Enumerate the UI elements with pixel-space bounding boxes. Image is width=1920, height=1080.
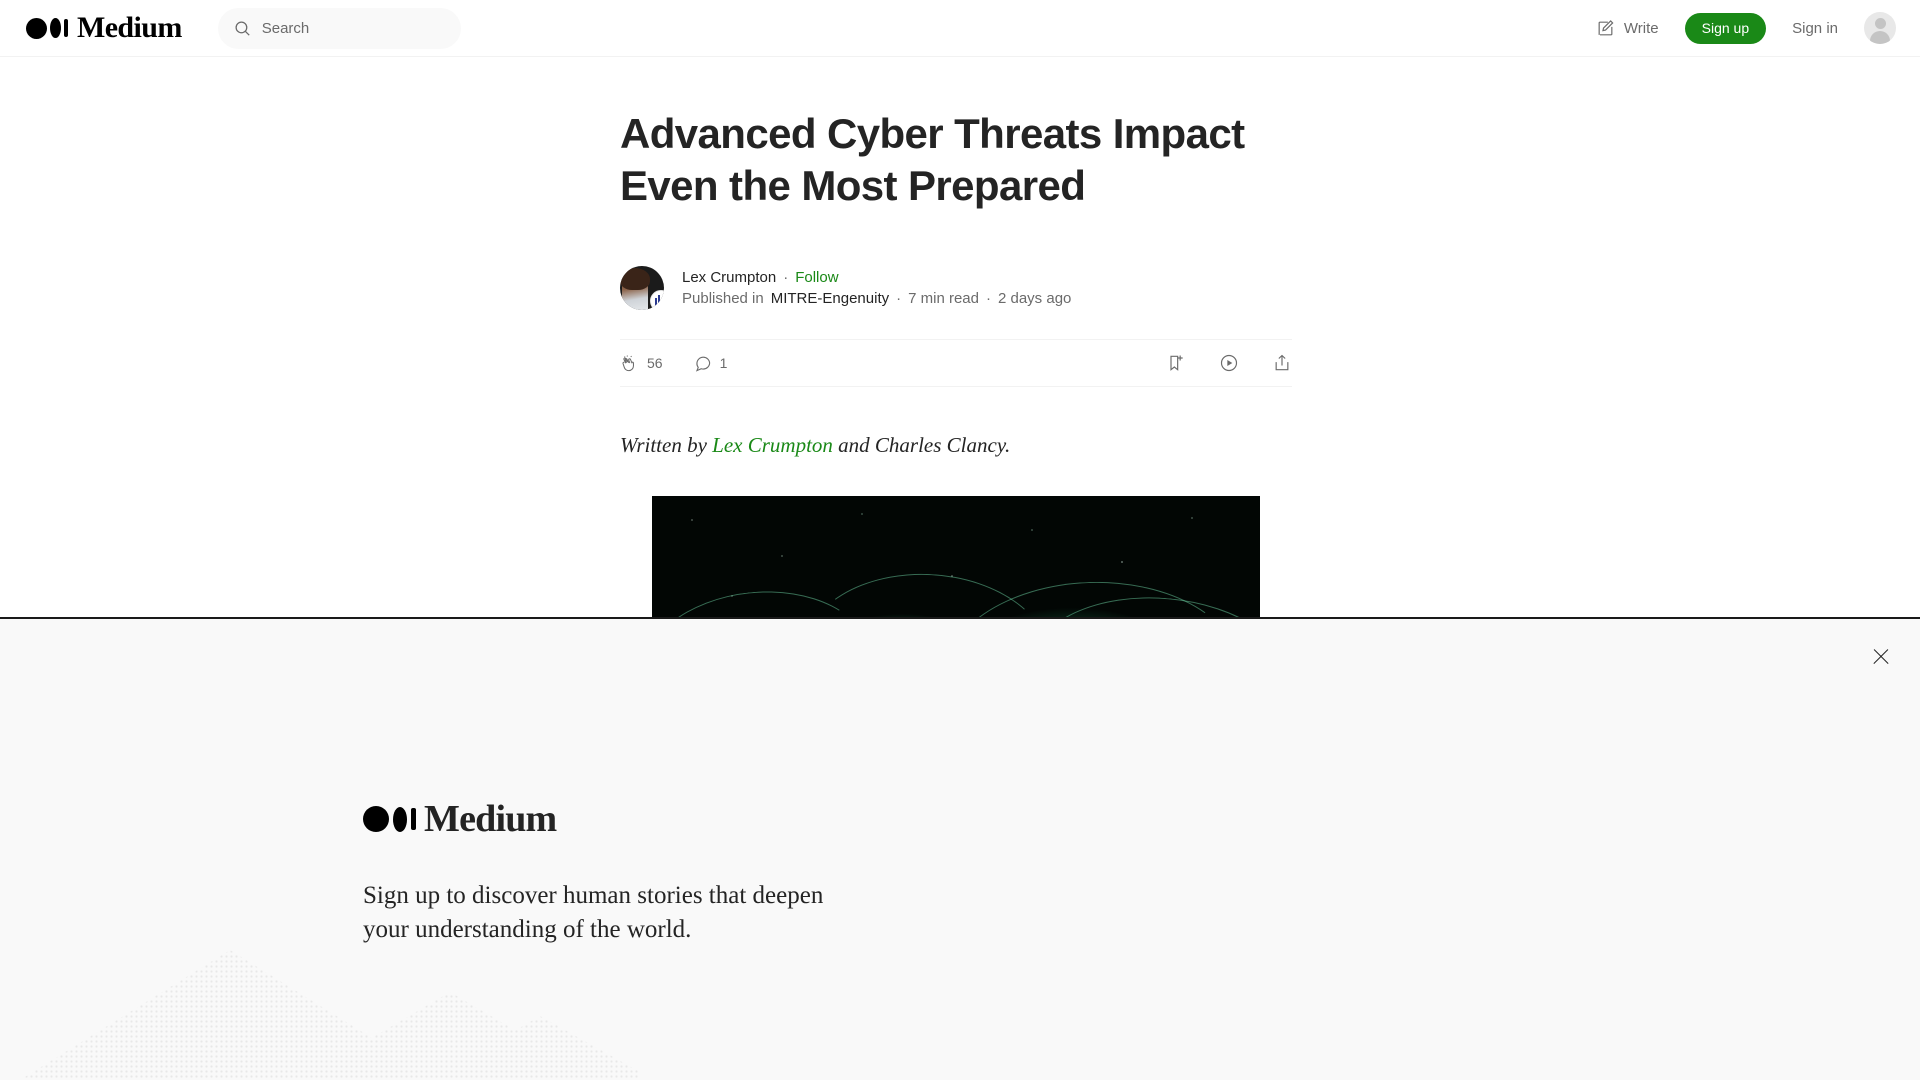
article-container: Advanced Cyber Threats Impact Even the M…	[620, 57, 1292, 636]
article-intro: Written by Lex Crumpton and Charles Clan…	[620, 433, 1292, 458]
follow-button[interactable]: Follow	[795, 269, 838, 286]
search-box[interactable]	[217, 7, 461, 49]
bookmark-plus-icon	[1170, 355, 1183, 371]
intro-suffix: and Charles Clancy.	[832, 433, 1011, 457]
clap-icon	[622, 354, 634, 371]
comment-button[interactable]: 1	[693, 354, 728, 373]
byline: Lex Crumpton · Follow Published in MITRE…	[620, 266, 1292, 310]
signin-button[interactable]: Sign in	[1792, 20, 1838, 37]
signup-button[interactable]: Sign up	[1684, 12, 1767, 44]
publication-badge-icon	[650, 290, 664, 310]
published-in-label: Published in	[682, 290, 764, 307]
site-header: Medium Write Sign up Sign in	[0, 0, 1920, 57]
medium-logo-icon	[26, 17, 68, 39]
pencil-square-icon	[1598, 19, 1614, 35]
share-icon	[1275, 354, 1289, 371]
author-name[interactable]: Lex Crumpton	[682, 269, 776, 286]
listen-button[interactable]	[1219, 353, 1239, 373]
clap-button[interactable]: 56	[620, 354, 663, 373]
publication-link[interactable]: MITRE-Engenuity	[771, 290, 889, 307]
intro-prefix: Written by	[620, 433, 713, 457]
share-button[interactable]	[1272, 353, 1292, 373]
play-circle-icon	[1220, 354, 1238, 372]
read-time: 7 min read	[908, 290, 979, 307]
banner-tagline: Sign up to discover human stories that d…	[363, 882, 824, 943]
comment-count: 1	[719, 355, 728, 371]
search-input[interactable]	[261, 19, 432, 37]
medium-logo[interactable]: Medium	[26, 11, 182, 45]
clap-count: 56	[647, 355, 663, 371]
signup-banner: Medium Sign up to discover human stories…	[0, 617, 1920, 1080]
publish-date: 2 days ago	[997, 290, 1072, 307]
article-title: Advanced Cyber Threats Impact Even the M…	[620, 110, 1245, 209]
user-avatar[interactable]	[1864, 12, 1896, 44]
intro-author-link[interactable]: Lex Crumpton	[712, 433, 833, 457]
engagement-bar: 56 1	[620, 339, 1292, 387]
close-banner-button[interactable]	[1870, 646, 1892, 668]
bookmark-button[interactable]	[1166, 353, 1186, 373]
separator: ·	[896, 290, 902, 307]
separator: ·	[985, 290, 991, 307]
search-icon	[235, 20, 250, 36]
author-avatar[interactable]	[620, 266, 664, 310]
comment-icon	[695, 356, 710, 372]
byline-separator: ·	[783, 269, 789, 286]
write-label: Write	[1623, 19, 1659, 37]
brand-wordmark: Medium	[77, 11, 182, 44]
banner-intro: Medium Sign up to discover human stories…	[363, 797, 833, 947]
article-hero-image	[652, 496, 1260, 636]
banner-medium-logo: Medium	[363, 797, 833, 841]
banner-brand-wordmark: Medium	[424, 798, 557, 840]
write-button[interactable]: Write	[1596, 19, 1659, 38]
